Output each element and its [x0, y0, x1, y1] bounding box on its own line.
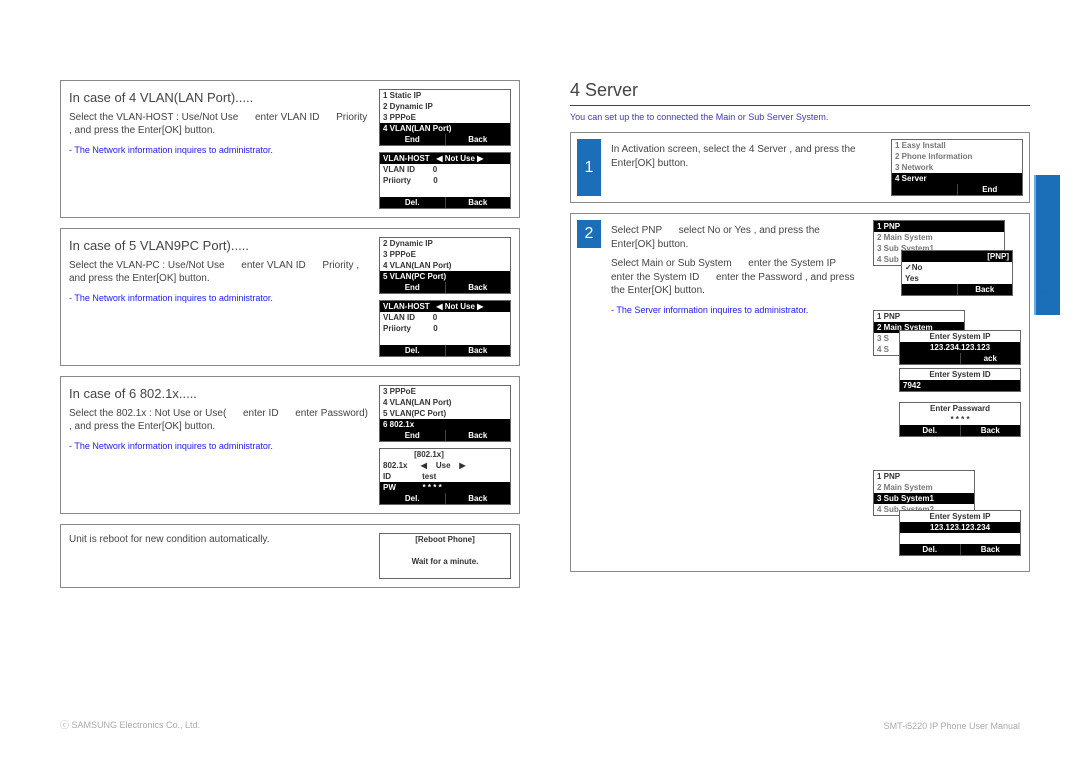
lcd-screen: 1 Static IP 2 Dynamic IP 3 PPPoE 4 VLAN(…: [379, 89, 511, 146]
block-text: Select the 802.1x : Not Use or Use( ente…: [69, 407, 369, 434]
block-8021x: In case of 6 802.1x..... Select the 802.…: [60, 376, 520, 514]
lcd-sub-group: 1 PNP 2 Main System 3 Sub System1 4 Sub …: [873, 470, 1023, 565]
block-text: Select the VLAN-PC : Use/Not Use enter V…: [69, 259, 369, 286]
footer-left: ⓒ SAMSUNG Electronics Co., Ltd.: [60, 718, 200, 731]
lcd-stack: 1 Static IP 2 Dynamic IP 3 PPPoE 4 VLAN(…: [379, 89, 511, 209]
step-2: 2 Select PNP select No or Yes , and pres…: [570, 213, 1030, 572]
lcd-screen: 3 PPPoE 4 VLAN(LAN Port) 5 VLAN(PC Port)…: [379, 385, 511, 442]
lcd-screen: VLAN-HOST ◀ Not Use ▶ VLAN ID 0 Priiorty…: [379, 152, 511, 209]
lcd-screen: Enter System IP 123.234.123.123 ack: [899, 330, 1021, 365]
lcd-screen: [Reboot Phone] Wait for a minute.: [379, 533, 511, 579]
block-vlan-pc: In case of 5 VLAN9PC Port)..... Select t…: [60, 228, 520, 366]
lcd-screen: [802.1x] 802.1x ◀ Use ▶ ID test PW * * *…: [379, 448, 511, 505]
block-title: In case of 5 VLAN9PC Port).....: [69, 237, 369, 255]
lcd-screen: 1 Easy Install 2 Phone Information 3 Net…: [891, 139, 1023, 196]
block-reboot: Unit is reboot for new condition automat…: [60, 524, 520, 588]
block-vlan-lan: In case of 4 VLAN(LAN Port)..... Select …: [60, 80, 520, 218]
step-text: In Activation screen, select the 4 Serve…: [611, 139, 881, 196]
left-column: In case of 4 VLAN(LAN Port)..... Select …: [60, 80, 520, 598]
block-title: In case of 6 802.1x.....: [69, 385, 369, 403]
lcd-screen: 2 Dynamic IP 3 PPPoE 4 VLAN(LAN Port) 5 …: [379, 237, 511, 294]
lcd-screen: Enter System IP 123.123.123.234 Del.Back: [899, 510, 1021, 556]
step-text: Select PNP select No or Yes , and press …: [611, 220, 863, 316]
page: In case of 4 VLAN(LAN Port)..... Select …: [0, 0, 1080, 628]
admin-note: - The Network information inquires to ad…: [69, 144, 369, 156]
admin-note: - The Network information inquires to ad…: [69, 292, 369, 304]
lcd-screen: [PNP] No Yes Back: [901, 250, 1013, 296]
lcd-main-group: 1 PNP 2 Main System 3 S 4 S Enter System…: [873, 310, 1023, 460]
admin-note: - The Network information inquires to ad…: [69, 440, 369, 452]
lcd-screen: Enter Passward * * * * Del.Back: [899, 402, 1021, 437]
step-number: 2: [577, 220, 601, 248]
block-title: In case of 4 VLAN(LAN Port).....: [69, 89, 369, 107]
server-title: 4 Server: [570, 80, 1030, 106]
footer-right: SMT-i5220 IP Phone User Manual: [884, 721, 1020, 731]
step-1: 1 In Activation screen, select the 4 Ser…: [570, 132, 1030, 203]
reboot-text: Unit is reboot for new condition automat…: [69, 533, 369, 547]
right-column: 4 Server You can set up the to connected…: [570, 80, 1030, 598]
block-text: Select the VLAN-HOST : Use/Not Use enter…: [69, 111, 369, 138]
server-intro: You can set up the to connected the Main…: [570, 112, 1030, 122]
lcd-pnp-group: 1 PNP 2 Main System 3 Sub System1 4 Sub …: [873, 220, 1013, 300]
lcd-screen: Enter System ID 7942: [899, 368, 1021, 392]
step-number: 1: [577, 139, 601, 196]
lcd-screen: VLAN-HOST ◀ Not Use ▶ VLAN ID 0 Priiorty…: [379, 300, 511, 357]
admin-note: - The Server information inquires to adm…: [611, 304, 863, 316]
side-tab-label: Preparations: [1035, 185, 1056, 307]
